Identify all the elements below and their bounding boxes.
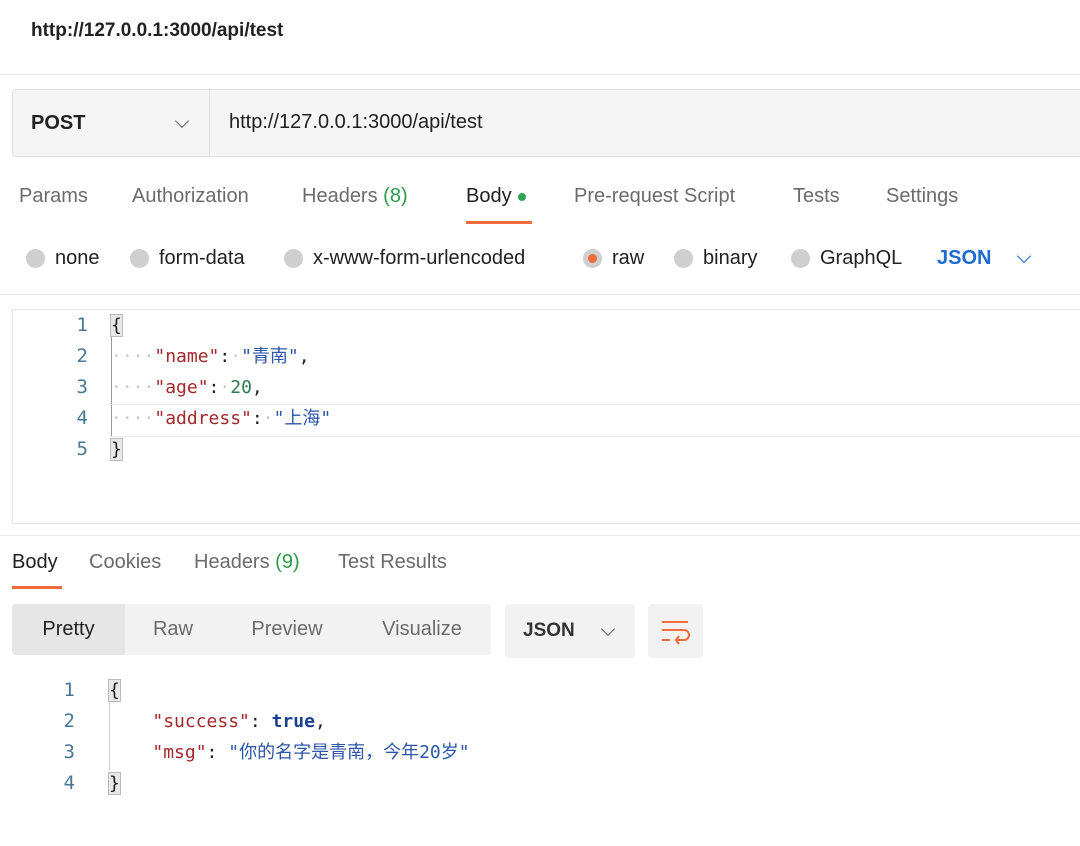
divider xyxy=(0,294,1080,295)
radio-label: x-www-form-urlencoded xyxy=(313,247,526,269)
tab-settings[interactable]: Settings xyxy=(886,185,958,208)
radio-icon xyxy=(130,249,149,268)
tab-label: Headers xyxy=(302,185,378,207)
modified-dot-icon xyxy=(517,192,526,201)
tab-body[interactable]: Body xyxy=(466,185,526,208)
headers-count: (9) xyxy=(275,551,300,573)
chevron-down-icon xyxy=(174,113,190,128)
code-lines: {····"name":·"青南", ····"age":·20, ····"add… xyxy=(110,314,332,461)
response-format-select[interactable]: JSON xyxy=(505,604,635,658)
active-tab-indicator xyxy=(466,221,532,224)
view-preview[interactable]: Preview xyxy=(221,604,353,655)
tab-pre-request-script[interactable]: Pre-request Script xyxy=(574,185,735,208)
view-pretty[interactable]: Pretty xyxy=(12,604,125,655)
chevron-down-icon xyxy=(1017,248,1032,264)
wrap-lines-icon xyxy=(662,621,690,645)
request-body-editor[interactable]: 12345 {····"name":·"青南", ····"age":·20, ··… xyxy=(12,309,1080,524)
radio-none[interactable]: none xyxy=(26,247,100,270)
response-body: { "success": true, "msg": "你的名字是青南，今年20岁… xyxy=(108,679,470,795)
language-select[interactable]: JSON xyxy=(937,247,1051,270)
view-raw[interactable]: Raw xyxy=(125,604,221,655)
tab-authorization[interactable]: Authorization xyxy=(132,185,249,208)
response-tab-headers[interactable]: Headers (9) xyxy=(194,551,300,574)
divider xyxy=(0,535,1080,536)
window-title: http://127.0.0.1:3000/api/test xyxy=(31,20,284,41)
radio-label: binary xyxy=(703,247,758,269)
url-input[interactable]: http://127.0.0.1:3000/api/test xyxy=(229,111,483,134)
radio-icon xyxy=(26,249,45,268)
view-visualize[interactable]: Visualize xyxy=(353,604,491,655)
active-tab-indicator xyxy=(12,586,62,589)
method-select[interactable]: POST xyxy=(13,90,210,156)
radio-icon xyxy=(284,249,303,268)
tab-headers[interactable]: Headers (8) xyxy=(302,185,408,208)
tab-tests[interactable]: Tests xyxy=(793,185,840,208)
radio-label: GraphQL xyxy=(820,247,903,269)
radio-selected-icon xyxy=(583,249,602,268)
wrap-lines-button[interactable] xyxy=(648,604,703,658)
radio-raw[interactable]: raw xyxy=(583,247,644,270)
radio-binary[interactable]: binary xyxy=(674,247,757,270)
method-label: POST xyxy=(31,111,86,134)
radio-label: raw xyxy=(612,247,645,269)
tab-params[interactable]: Params xyxy=(19,185,88,208)
view-mode-group: Pretty Raw Preview Visualize xyxy=(12,604,491,655)
radio-graphql[interactable]: GraphQL xyxy=(791,247,902,270)
url-bar: POST http://127.0.0.1:3000/api/test xyxy=(12,89,1080,157)
response-line-numbers: 1234 xyxy=(63,679,75,794)
format-label: JSON xyxy=(523,620,575,641)
response-tab-body[interactable]: Body xyxy=(12,551,58,574)
tab-label: Headers xyxy=(194,551,270,573)
response-tab-test-results[interactable]: Test Results xyxy=(338,551,447,574)
headers-count: (8) xyxy=(383,185,408,207)
language-label: JSON xyxy=(937,247,992,269)
radio-urlencoded[interactable]: x-www-form-urlencoded xyxy=(284,247,525,270)
radio-label: form-data xyxy=(159,247,245,269)
chevron-down-icon xyxy=(600,621,616,636)
response-tab-cookies[interactable]: Cookies xyxy=(89,551,161,574)
tab-label: Body xyxy=(466,185,512,207)
radio-icon xyxy=(791,249,810,268)
radio-form-data[interactable]: form-data xyxy=(130,247,245,270)
radio-icon xyxy=(674,249,693,268)
line-numbers: 12345 xyxy=(76,314,88,460)
radio-label: none xyxy=(55,247,100,269)
divider xyxy=(0,74,1080,75)
